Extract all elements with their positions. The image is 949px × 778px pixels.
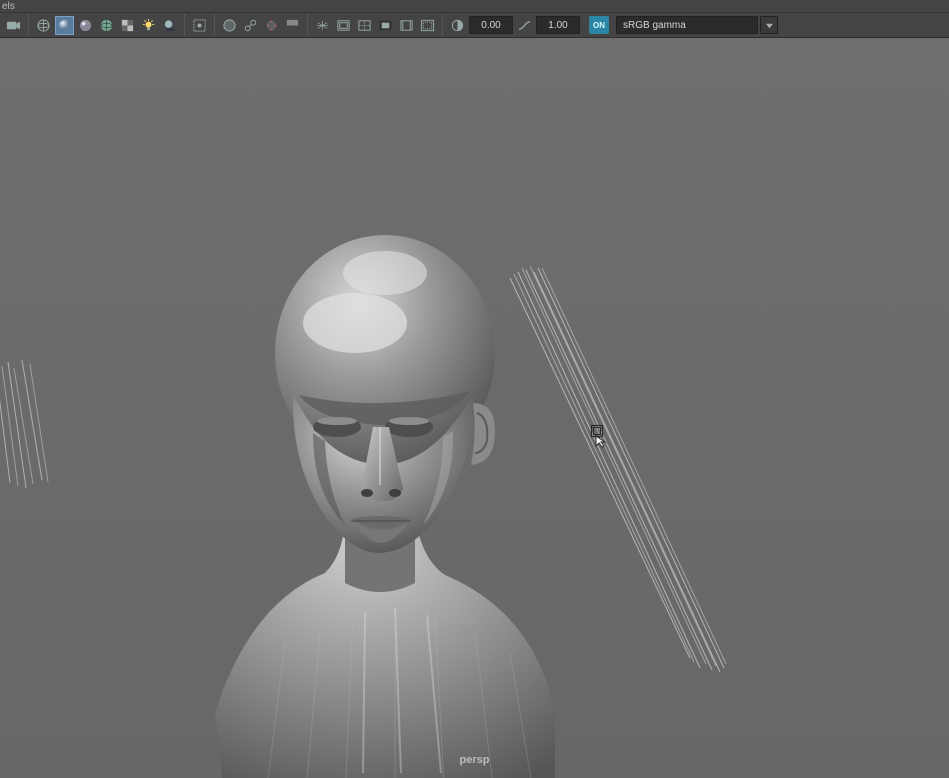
smooth-shade-button[interactable] — [55, 16, 74, 35]
film-gate-button[interactable] — [334, 16, 353, 35]
xray-components-button[interactable] — [262, 16, 281, 35]
no-background-gradient-button[interactable] — [283, 16, 302, 35]
view-transform-dropdown-button[interactable] — [760, 16, 778, 34]
view-transform-field[interactable]: sRGB gamma — [616, 16, 758, 34]
isolate-select-button[interactable] — [190, 16, 209, 35]
xray-button[interactable] — [220, 16, 239, 35]
toolbar-separator — [28, 15, 29, 35]
shadows-button[interactable] — [160, 16, 179, 35]
viewport-toolbar: ON sRGB gamma — [0, 13, 949, 38]
resolution-gate-button[interactable] — [355, 16, 374, 35]
use-all-lights-button[interactable] — [139, 16, 158, 35]
grid-button[interactable] — [313, 16, 332, 35]
view-transform-label: sRGB gamma — [623, 20, 686, 31]
color-management-toggle[interactable]: ON — [589, 16, 609, 34]
select-camera-button[interactable] — [4, 16, 23, 35]
viewport-menubar[interactable]: els — [0, 0, 949, 13]
menu-label-truncated: els — [2, 1, 15, 12]
gate-mask-button[interactable] — [376, 16, 395, 35]
xray-joints-button[interactable] — [241, 16, 260, 35]
use-default-material-button[interactable] — [76, 16, 95, 35]
exposure-toggle-button[interactable] — [448, 16, 467, 35]
field-chart-button[interactable] — [397, 16, 416, 35]
toolbar-separator — [214, 15, 215, 35]
wireframe-button[interactable] — [34, 16, 53, 35]
hair-strands-left — [0, 358, 70, 528]
color-management-toggle-label: ON — [593, 21, 605, 30]
gamma-toggle-button[interactable] — [515, 16, 534, 35]
textured-button[interactable] — [118, 16, 137, 35]
toolbar-separator — [442, 15, 443, 35]
toolbar-separator — [184, 15, 185, 35]
gamma-input[interactable] — [536, 16, 580, 34]
camera-name-label: persp — [460, 754, 490, 766]
viewport-panel[interactable]: persp — [0, 38, 949, 778]
exposure-input[interactable] — [469, 16, 513, 34]
toolbar-separator — [307, 15, 308, 35]
safe-action-button[interactable] — [418, 16, 437, 35]
head-mesh[interactable] — [195, 213, 585, 778]
wire-on-shaded-button[interactable] — [97, 16, 116, 35]
